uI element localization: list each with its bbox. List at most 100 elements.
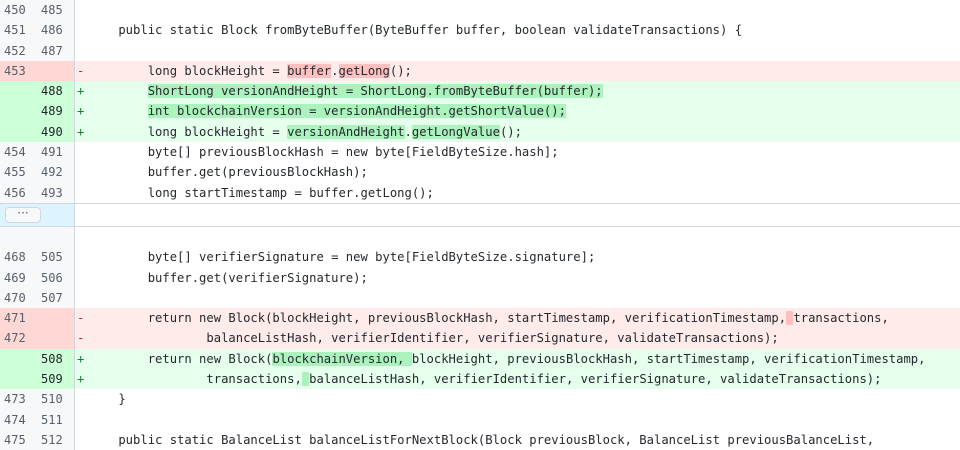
diff-marker: + [77,104,85,119]
old-line-number[interactable]: 471 [0,308,41,328]
context-line: 473 510 } [0,389,960,410]
code-text: ShortLong versionAndHeight = ShortLong.f… [89,81,960,101]
new-line-number[interactable]: 506 [37,268,75,288]
old-line-number[interactable] [0,122,41,142]
changed-token: versionAndHeight [287,124,405,139]
new-line-number[interactable]: 511 [37,410,75,430]
new-line-number[interactable]: 505 [37,247,75,267]
old-line-number[interactable]: 472 [0,328,41,348]
expand-hunk-row: ··· [0,202,960,227]
code-text: buffer.get(verifierSignature); [89,268,960,288]
old-line-number[interactable]: 473 [0,389,41,409]
old-line-number[interactable]: 470 [0,288,41,308]
diff-marker: + [77,124,85,139]
new-line-number[interactable] [37,308,75,328]
old-line-number[interactable] [0,369,41,389]
code-segment: return new Block(blockHeight, previousBl… [89,311,787,326]
old-line-number[interactable]: 468 [0,247,41,267]
old-line-number[interactable]: 450 [0,0,41,20]
diff-hunk-1: 450 485 451 486 public static Block fromByt… [0,0,960,203]
context-line: 474 511 [0,409,960,430]
code-segment: byte[] previousBlockHash = new byte[Fiel… [89,145,559,160]
old-line-number[interactable]: 452 [0,41,41,61]
old-line-number[interactable] [0,349,41,369]
old-line-number[interactable]: 454 [0,142,41,162]
old-line-number[interactable]: 469 [0,268,41,288]
changed-token: blockchainVersion, [272,351,412,366]
new-line-number[interactable]: 491 [37,142,75,162]
added-line: 489 + int blockchainVersion = versionAndH… [0,101,960,122]
context-line: 451 486 public static Block fromByteBuffe… [0,20,960,41]
context-line: 454 491 byte[] previousBlockHash = new by… [0,142,960,163]
diff-view: 450 485 451 486 public static Block fromByt… [0,0,960,450]
changed-token: getLong [338,63,390,78]
code-segment: balanceListHash, verifierIdentifier, ver… [89,331,779,346]
old-line-number[interactable]: 453 [0,61,41,81]
new-line-number[interactable] [37,227,75,247]
new-line-number[interactable]: 508 [37,349,75,369]
old-line-number[interactable]: 456 [0,183,41,203]
new-line-number[interactable]: 487 [37,41,75,61]
new-line-number[interactable] [37,61,75,81]
code-segment: long blockHeight = [89,63,288,78]
diff-marker: + [77,84,85,99]
code-segment: public static Block fromByteBuffer(ByteB… [89,23,743,38]
changed-token: getLongValue [411,124,500,139]
old-line-number[interactable] [0,227,41,247]
old-line-number[interactable] [0,101,41,121]
added-line: 508 + return new Block(blockchainVersion,… [0,348,960,370]
added-line: 509 + transactions, balanceListHash, veri… [0,369,960,390]
new-line-number[interactable] [37,328,75,348]
diff-marker: - [77,311,85,326]
code-segment: transactions, [89,372,302,387]
old-line-number[interactable] [0,81,41,101]
new-line-number[interactable]: 493 [37,183,75,203]
new-line-number[interactable]: 507 [37,288,75,308]
changed-token: int blockchainVersion = versionAndHeight… [147,104,566,119]
code-segment: byte[] verifierSignature = new byte[Fiel… [89,250,596,265]
old-line-number[interactable]: 474 [0,410,41,430]
old-line-number[interactable]: 451 [0,20,41,40]
diff-marker: + [77,351,85,366]
context-line: 470 507 [0,287,960,309]
context-line: 455 492 buffer.get(previousBlockHash); [0,162,960,183]
new-line-number[interactable]: 489 [37,101,75,121]
code-text: public static Block fromByteBuffer(ByteB… [89,20,960,40]
code-text: buffer.get(previousBlockHash); [89,162,960,182]
code-segment: (); [499,124,522,139]
code-segment: long blockHeight = [89,124,288,139]
code-text: } [89,389,960,409]
code-segment: public static BalanceList balanceListFor… [89,432,875,447]
old-line-number[interactable]: 455 [0,162,41,182]
code-segment: long startTimestamp = buffer.getLong(); [89,185,434,200]
new-line-number[interactable]: 509 [37,369,75,389]
new-line-number[interactable]: 488 [37,81,75,101]
new-line-number[interactable]: 485 [37,0,75,20]
new-line-number[interactable]: 490 [37,122,75,142]
code-segment: . [404,124,412,139]
context-line: 468 505 byte[] verifierSignature = new by… [0,247,960,268]
new-line-number[interactable]: 510 [37,389,75,409]
new-line-number[interactable]: 492 [37,162,75,182]
code-segment: buffer.get(previousBlockHash); [89,165,368,180]
context-line [0,226,960,248]
context-line: 456 493 long startTimestamp = buffer.getL… [0,182,960,203]
code-text: int blockchainVersion = versionAndHeight… [89,101,960,121]
code-text: byte[] previousBlockHash = new byte[Fiel… [89,142,960,162]
code-text: long startTimestamp = buffer.getLong(); [89,183,960,203]
changed-token: ShortLong versionAndHeight = ShortLong.f… [147,84,603,99]
added-line: 490 + long blockHeight = versionAndHeight… [0,121,960,143]
diff-marker: - [77,63,85,78]
expand-lines-button[interactable]: ··· [5,206,41,223]
code-segment: blockHeight, previousBlockHash, startTim… [411,351,926,366]
diff-marker: - [77,331,85,346]
code-segment: buffer.get(verifierSignature); [89,270,368,285]
diff-hunk-2: 468 505 byte[] verifierSignature = new by… [0,226,960,450]
new-line-number[interactable]: 486 [37,20,75,40]
